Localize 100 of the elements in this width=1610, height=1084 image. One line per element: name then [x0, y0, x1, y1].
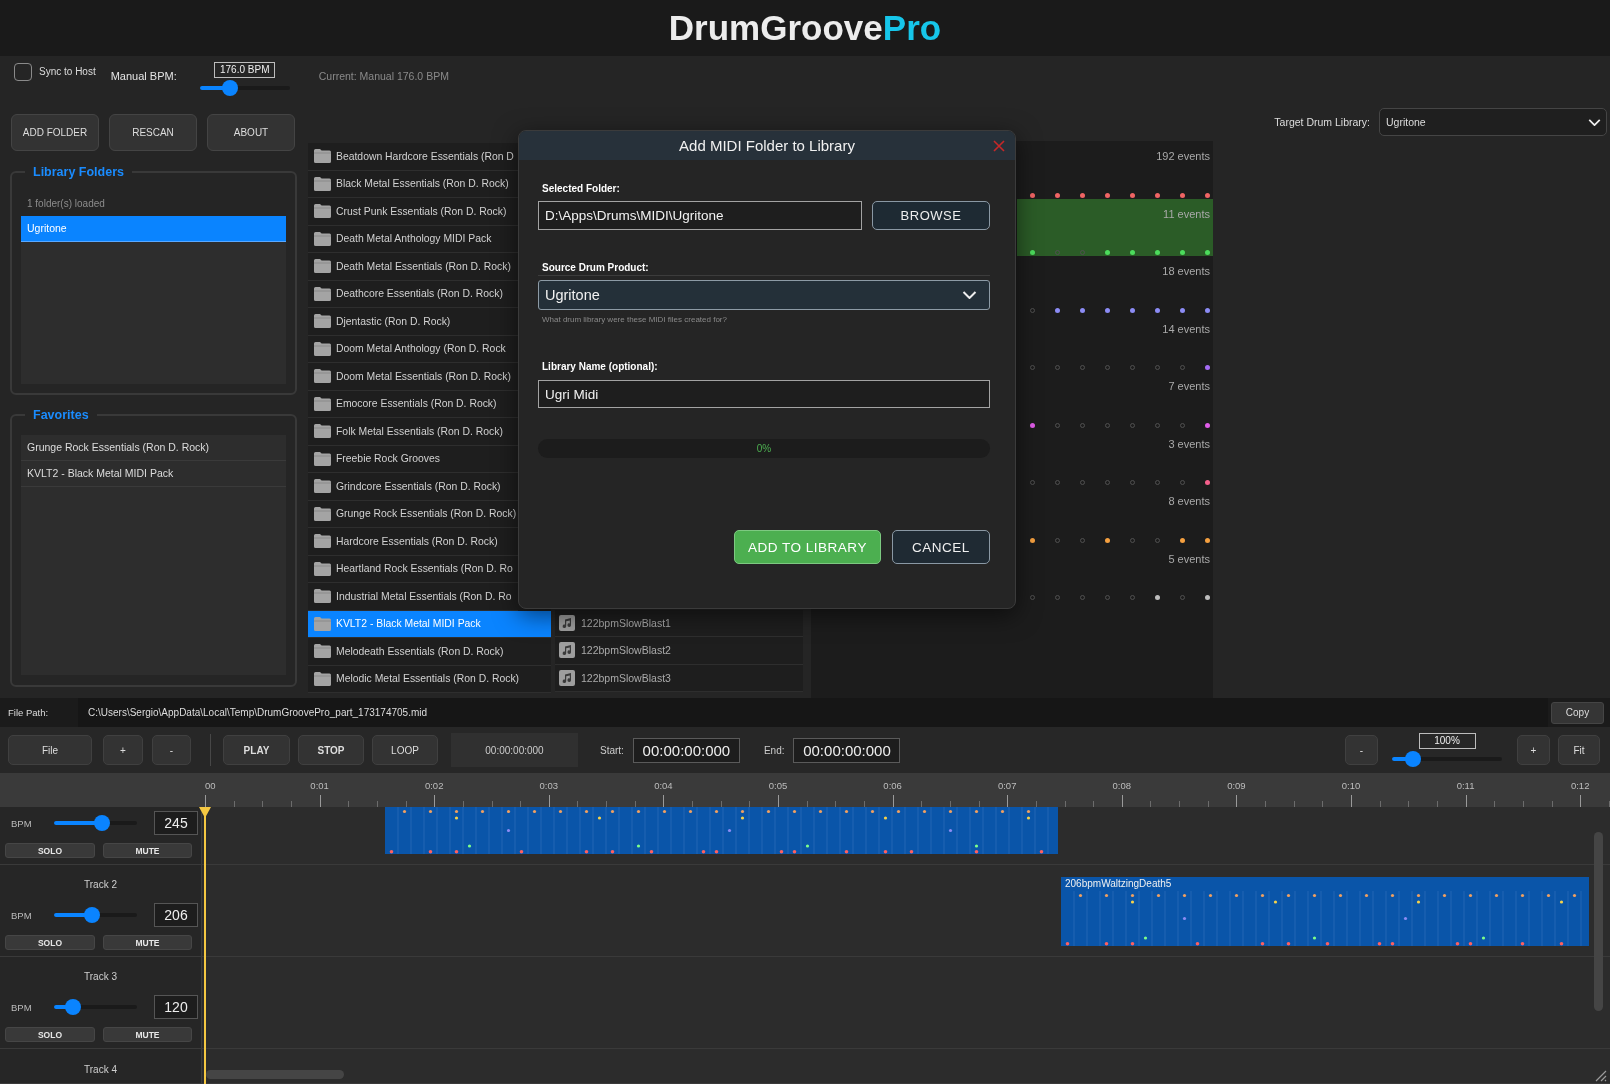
scrollbar-thumb[interactable] — [206, 1070, 344, 1079]
folder-icon — [314, 286, 331, 301]
mute-button[interactable]: MUTE — [103, 843, 192, 858]
dialog-title: Add MIDI Folder to Library — [679, 137, 855, 154]
folder-icon — [314, 479, 331, 494]
event-count: 3 events — [1168, 436, 1210, 451]
zoom-slider[interactable] — [1392, 751, 1502, 767]
solo-button[interactable]: SOLO — [5, 1027, 95, 1042]
time-label: 0:11 — [1456, 780, 1475, 792]
track-bpm-field[interactable]: 245 — [154, 811, 198, 835]
folder-icon — [314, 506, 331, 521]
favorite-item[interactable]: KVLT2 - Black Metal MIDI Pack — [21, 461, 286, 487]
midi-file-item[interactable]: 122bpmSlowBlast1 — [555, 609, 803, 637]
time-label: 0:08 — [1112, 780, 1132, 792]
music-file-icon — [559, 669, 575, 686]
folder-count: 1 folder(s) loaded — [27, 197, 105, 211]
group-title: Library Folders — [32, 165, 125, 179]
cancel-button[interactable]: CANCEL — [892, 530, 990, 564]
event-count: 192 events — [1156, 149, 1210, 163]
target-library-label: Target Drum Library: — [1274, 116, 1370, 128]
field-hint: What drum library were these MIDI files created for? — [542, 315, 727, 325]
source-product-dropdown[interactable]: Ugritone — [538, 280, 990, 310]
browse-button[interactable]: BROWSE — [872, 201, 990, 230]
pattern-lane[interactable]: 18 events — [1017, 256, 1213, 314]
folder-icon — [314, 396, 331, 411]
track-bpm-slider[interactable] — [54, 815, 137, 831]
pattern-lane[interactable]: 5 events — [1017, 543, 1213, 601]
event-count: 7 events — [1168, 379, 1210, 393]
add-folder-button[interactable]: ADD FOLDER — [11, 114, 99, 151]
file-path-label: File Path: — [8, 707, 49, 718]
slider-thumb[interactable] — [221, 80, 238, 96]
track-bpm-field[interactable]: 120 — [154, 995, 198, 1019]
midi-clip[interactable] — [385, 807, 1058, 854]
music-file-icon — [559, 642, 575, 659]
midi-file-item[interactable]: 122bpmSlowBlast3 — [555, 664, 803, 692]
slider-thumb[interactable] — [94, 815, 111, 831]
pattern-lane[interactable]: 14 events — [1017, 313, 1213, 371]
mute-button[interactable]: MUTE — [103, 935, 192, 950]
folder-icon — [314, 671, 331, 686]
pattern-lane[interactable]: 8 events — [1017, 486, 1213, 544]
time-label: 0:03 — [539, 780, 559, 792]
slider-thumb[interactable] — [1405, 751, 1422, 767]
track-bpm-slider[interactable] — [54, 907, 137, 923]
bpm-value: 176.0 BPM — [214, 62, 276, 78]
favorite-item[interactable]: Grunge Rock Essentials (Ron D. Rock) — [21, 435, 286, 461]
time-label: 0:01 — [310, 780, 329, 792]
event-count: 11 events — [1163, 206, 1210, 221]
copy-button[interactable]: Copy — [1551, 701, 1604, 724]
add-track-button[interactable]: + — [103, 735, 143, 765]
time-label: 0:05 — [768, 780, 788, 792]
about-button[interactable]: ABOUT — [207, 114, 295, 151]
slider-thumb[interactable] — [64, 999, 81, 1015]
target-library-dropdown[interactable]: Ugritone — [1379, 108, 1607, 136]
sync-label[interactable]: Sync to Host — [39, 63, 96, 81]
close-icon[interactable] — [993, 139, 1005, 152]
file-menu-button[interactable]: File — [8, 735, 92, 765]
zoom-in-button[interactable]: + — [1517, 735, 1550, 765]
mute-button[interactable]: MUTE — [103, 1027, 192, 1042]
library-item[interactable]: Ugritone — [21, 216, 286, 242]
resize-grip-icon[interactable] — [1593, 1068, 1607, 1082]
playhead-marker[interactable] — [199, 807, 211, 1084]
solo-button[interactable]: SOLO — [5, 935, 95, 950]
file-path-field[interactable]: C:\Users\Sergio\AppData\Local\Temp\DrumGroovePro_part_173174705.mid — [78, 698, 1548, 727]
fit-button[interactable]: Fit — [1558, 735, 1600, 765]
remove-track-button[interactable]: - — [152, 735, 191, 765]
library-name-field[interactable]: Ugri Midi — [538, 380, 990, 408]
scrollbar-thumb[interactable] — [1594, 832, 1603, 1011]
group-title: Favorites — [32, 408, 90, 422]
play-button[interactable]: PLAY — [223, 735, 290, 765]
folder-icon — [314, 176, 331, 191]
time-label: 0:04 — [654, 780, 673, 792]
stop-button[interactable]: STOP — [298, 735, 364, 765]
folder-icon — [314, 149, 331, 164]
zoom-out-button[interactable]: - — [1345, 735, 1378, 765]
bpm-slider[interactable] — [199, 80, 290, 96]
midi-clip[interactable]: 206bpmWaltzingDeath5 — [1061, 877, 1589, 946]
field-label: Source Drum Product: — [542, 261, 649, 275]
time-label: 0:10 — [1341, 780, 1361, 792]
folder-path-field[interactable]: D:\Apps\Drums\MIDI\Ugritone — [538, 201, 862, 230]
pattern-lane[interactable]: 3 events — [1017, 428, 1213, 486]
start-time-field[interactable]: 00:00:00:000 — [632, 737, 740, 763]
pattern-lane[interactable]: 192 events — [1017, 141, 1213, 199]
track-bpm-slider[interactable] — [54, 999, 137, 1015]
music-file-icon — [559, 614, 575, 631]
slider-thumb[interactable] — [84, 907, 101, 923]
folder-icon — [314, 259, 331, 274]
event-count: 5 events — [1168, 551, 1210, 566]
rescan-button[interactable]: RESCAN — [109, 114, 197, 151]
pattern-lane[interactable]: 7 events — [1017, 371, 1213, 429]
midi-file-item[interactable]: 122bpmSlowBlast2 — [555, 637, 803, 665]
end-time-field[interactable]: 00:00:00:000 — [793, 737, 901, 763]
bpm-label: BPM — [11, 909, 32, 921]
pack-list-item[interactable]: KVLT2 - Black Metal MIDI Pack — [308, 610, 551, 638]
sync-checkbox[interactable] — [14, 63, 32, 81]
time-label: 0:06 — [883, 780, 902, 792]
solo-button[interactable]: SOLO — [5, 843, 95, 858]
end-label: End: — [763, 744, 785, 756]
track-bpm-field[interactable]: 206 — [154, 903, 198, 927]
event-count: 8 events — [1168, 494, 1210, 508]
loop-button[interactable]: LOOP — [372, 735, 438, 765]
